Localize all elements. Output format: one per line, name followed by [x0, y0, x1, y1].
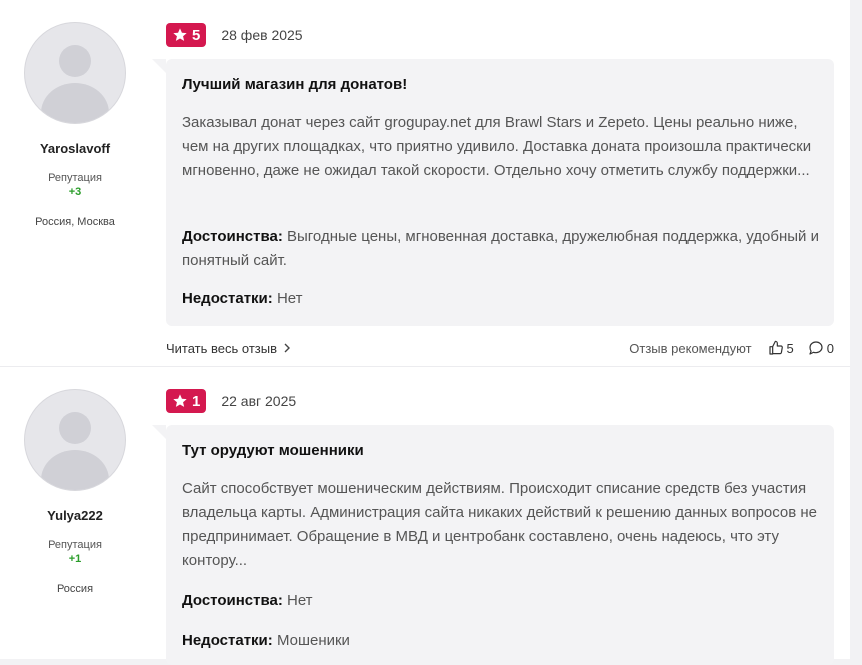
review-footer: Читать весь отзыв Отзыв рекомендуют 5 0 — [166, 340, 834, 356]
review-body: Лучший магазин для донатов! Заказывал до… — [152, 59, 834, 326]
cons-label: Недостатки: — [182, 290, 273, 307]
reputation-label: Репутация — [48, 539, 102, 551]
pros-text: Нет — [287, 592, 313, 609]
pros-label: Достоинства: — [182, 228, 283, 245]
review-date: 22 авг 2025 — [221, 393, 297, 409]
star-icon — [173, 394, 187, 407]
like-button[interactable]: 5 — [768, 340, 794, 356]
thumbs-up-icon — [768, 340, 783, 355]
reputation-label: Репутация — [48, 172, 102, 184]
review-author: Yulya222 Репутация +1 Россия — [0, 389, 150, 595]
reputation-value: +1 — [68, 553, 82, 565]
chevron-right-icon — [284, 343, 291, 353]
review-title: Тут орудуют мошенники — [182, 442, 364, 459]
recommend-text: Отзыв рекомендуют — [629, 340, 752, 356]
review-card: Yulya222 Репутация +1 Россия 1 22 авг 20… — [0, 366, 850, 665]
cons-text: Мошеники — [276, 632, 350, 649]
review-date: 28 фев 2025 — [221, 27, 303, 43]
author-name[interactable]: Yaroslavoff — [0, 141, 150, 156]
avatar[interactable] — [24, 22, 126, 124]
rating-badge: 1 — [166, 389, 207, 413]
review-pros: Достоинства: Нет — [182, 589, 822, 613]
review-cons: Недостатки: Мошеники — [182, 629, 822, 653]
review-text: Сайт способствует мошеническим действиям… — [182, 480, 818, 569]
cons-label: Недостатки: — [182, 632, 273, 649]
review-text: Заказывал донат через сайт grogupay.net … — [182, 114, 812, 179]
pros-label: Достоинства: — [182, 592, 283, 609]
reviews-page: Yaroslavoff Репутация +3 Россия, Москва … — [0, 0, 850, 665]
avatar[interactable] — [24, 389, 126, 491]
read-more-label: Читать весь отзыв — [166, 340, 278, 356]
cons-text: Нет — [276, 290, 303, 307]
review-card: Yaroslavoff Репутация +3 Россия, Москва … — [0, 0, 850, 366]
rating-badge: 5 — [166, 23, 207, 47]
like-count: 5 — [786, 340, 794, 356]
author-name[interactable]: Yulya222 — [0, 508, 150, 523]
rating-value: 5 — [192, 26, 201, 44]
review-author: Yaroslavoff Репутация +3 Россия, Москва — [0, 22, 150, 228]
comment-count: 0 — [826, 340, 834, 356]
author-city: Россия — [56, 583, 94, 595]
reputation-value: +3 — [68, 186, 82, 198]
author-city: Россия, Москва — [35, 216, 115, 228]
comment-icon — [809, 341, 823, 355]
review-pros: Достоинства: Выгодные цены, мгновенная д… — [182, 225, 822, 273]
rating-value: 1 — [192, 392, 201, 410]
review-meta: 1 22 авг 2025 — [166, 389, 296, 413]
review-title: Лучший магазин для донатов! — [182, 76, 408, 93]
review-body: Тут орудуют мошенники Сайт способствует … — [152, 425, 834, 665]
read-full-review-link[interactable]: Читать весь отзыв — [166, 341, 292, 356]
comments-button[interactable]: 0 — [808, 340, 834, 356]
star-icon — [173, 28, 187, 41]
review-cons: Недостатки: Нет — [182, 287, 822, 311]
review-meta: 5 28 фев 2025 — [166, 23, 303, 47]
